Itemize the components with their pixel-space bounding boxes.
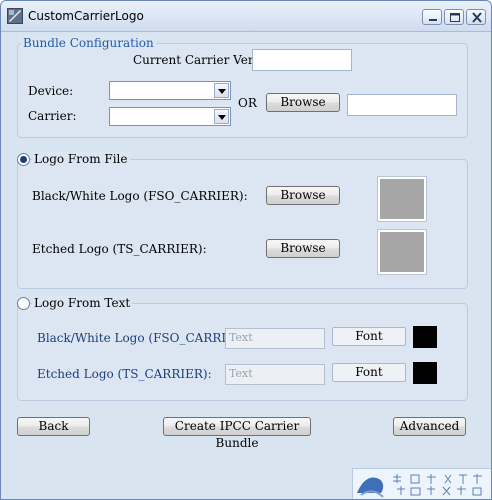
close-button[interactable]	[466, 9, 486, 25]
carrier-label: Carrier:	[28, 109, 77, 123]
chevron-down-icon[interactable]	[214, 83, 229, 98]
file-etched-browse-button[interactable]: Browse	[266, 239, 340, 258]
logo-from-file-label[interactable]: Logo From File	[32, 152, 130, 166]
back-button[interactable]: Back	[17, 417, 90, 436]
or-label: OR	[238, 96, 257, 110]
title-bar[interactable]: CustomCarrierLogo	[1, 1, 491, 32]
minimize-button[interactable]	[422, 9, 442, 25]
text-bw-logo-field[interactable]: Text	[225, 328, 325, 349]
window-title: CustomCarrierLogo	[28, 9, 144, 23]
close-icon	[472, 12, 482, 23]
create-bundle-button[interactable]: Create IPCC Carrier Bundle	[163, 417, 311, 450]
device-label: Device:	[28, 84, 74, 98]
bundle-browse-button[interactable]: Browse	[266, 93, 340, 112]
chevron-down-icon[interactable]	[214, 109, 229, 124]
bundle-path-field[interactable]	[347, 94, 457, 116]
logo-from-file-radio[interactable]	[17, 153, 30, 166]
text-bw-font-button[interactable]: Font	[332, 327, 406, 346]
etched-color-swatch[interactable]	[413, 362, 437, 384]
text-bw-logo-label: Black/White Logo (FSO_CARRIER):	[37, 331, 253, 345]
file-bw-logo-label: Black/White Logo (FSO_CARRIER):	[32, 189, 248, 203]
etched-logo-preview	[377, 229, 427, 275]
app-icon	[7, 8, 23, 24]
maximize-icon	[450, 13, 460, 22]
minimize-icon	[429, 19, 437, 21]
text-etched-logo-field[interactable]: Text	[225, 364, 325, 385]
bw-color-swatch[interactable]	[413, 326, 437, 348]
logo-from-text-label[interactable]: Logo From Text	[32, 296, 133, 310]
maximize-button[interactable]	[444, 9, 464, 25]
advanced-button[interactable]: Advanced	[393, 417, 466, 436]
text-etched-font-button[interactable]: Font	[332, 363, 406, 382]
carrier-select[interactable]	[109, 107, 231, 126]
file-bw-browse-button[interactable]: Browse	[266, 186, 340, 205]
app-window: CustomCarrierLogo Bundle Configuration C…	[0, 0, 492, 500]
bundle-configuration-title: Bundle Configuration	[21, 36, 156, 50]
logo-from-text-group	[17, 303, 468, 401]
bw-logo-preview	[377, 176, 427, 222]
device-select[interactable]	[109, 81, 231, 100]
watermark-logo	[352, 468, 491, 499]
logo-from-text-radio[interactable]	[17, 297, 30, 310]
text-etched-logo-label: Etched Logo (TS_CARRIER):	[37, 367, 212, 381]
current-carrier-version-field[interactable]	[252, 49, 352, 71]
file-etched-logo-label: Etched Logo (TS_CARRIER):	[32, 242, 207, 256]
